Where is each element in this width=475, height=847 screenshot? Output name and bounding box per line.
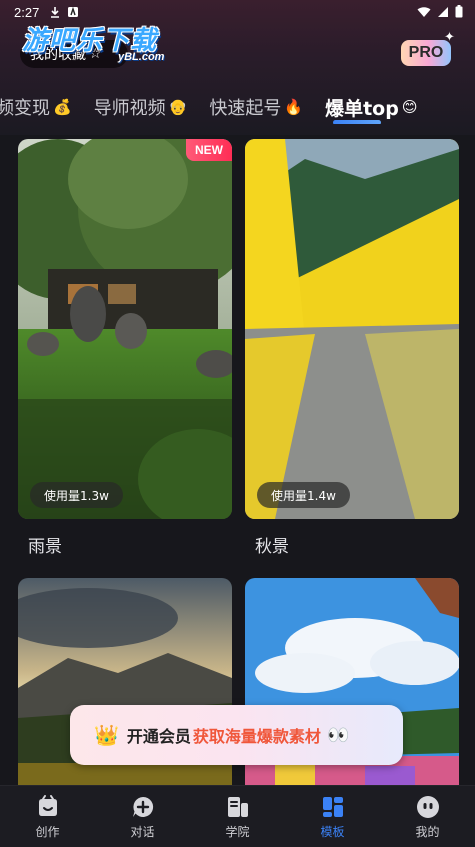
old-man-icon: 👴 (168, 98, 188, 116)
favorites-button[interactable]: 我的收藏 ☆ (20, 40, 128, 68)
money-bag-icon: 💰 (53, 98, 72, 116)
battery-icon (455, 5, 463, 18)
autumn-road-image (245, 139, 459, 519)
card-title: 雨景 (28, 537, 62, 557)
nav-create[interactable]: 创作 (0, 786, 95, 847)
template-card-rain[interactable]: NEW 使用量1.3w (18, 139, 232, 519)
template-icon (322, 797, 343, 817)
chat-icon (132, 796, 153, 817)
usage-count-badge: 使用量1.3w (30, 482, 123, 508)
card-title: 秋景 (255, 537, 289, 557)
profile-icon (416, 796, 439, 818)
app-notification-icon (68, 6, 79, 17)
tab-hot-top[interactable]: 爆单top 😊 (325, 94, 418, 124)
favorites-label: 我的收藏 (30, 47, 86, 63)
signal-icon (438, 6, 448, 17)
promo-highlight-text: 获取海量爆款素材 (192, 727, 321, 746)
nav-templates[interactable]: 模板 (285, 786, 380, 847)
star-icon: ☆ (89, 46, 102, 62)
download-icon (51, 7, 60, 18)
status-bar: 2:27 (0, 0, 475, 24)
new-badge: NEW (186, 139, 232, 161)
tab-mentor-video[interactable]: 导师视频 👴 (94, 94, 188, 120)
sparkle-icon: ✦ (444, 30, 455, 45)
nav-academy[interactable]: 学院 (190, 786, 285, 847)
nav-label: 我的 (415, 825, 440, 839)
promo-text: 开通会员 (126, 727, 191, 746)
smile-icon: 😊 (401, 98, 418, 116)
status-time: 2:27 (14, 4, 40, 20)
nav-label: 模板 (320, 825, 345, 839)
notification-icons (49, 6, 79, 18)
bottom-navigation: 创作 对话 学院 模板 我的 (0, 785, 475, 847)
system-icons (417, 5, 463, 18)
rain-garden-image (18, 139, 232, 519)
crown-icon: 👑 (94, 723, 119, 747)
nav-profile[interactable]: 我的 (380, 786, 475, 847)
create-icon (38, 795, 57, 816)
eyes-icon: 👀 (326, 724, 350, 746)
academy-icon (227, 797, 248, 817)
tab-label: 爆单top (325, 97, 399, 120)
tab-video-monetize[interactable]: 频变现 💰 (0, 94, 72, 120)
tab-label: 快速起号 (209, 98, 282, 119)
active-tab-indicator (333, 119, 382, 124)
nav-label: 创作 (35, 825, 60, 839)
vip-promo-banner[interactable]: 👑 开通会员 获取海量爆款素材 👀 (70, 705, 403, 765)
tab-quick-start[interactable]: 快速起号 🔥 (209, 94, 303, 120)
fire-icon: 🔥 (284, 98, 304, 116)
nav-chat[interactable]: 对话 (95, 786, 190, 847)
tab-label: 导师视频 (93, 98, 166, 119)
tab-label: 频变现 (0, 98, 50, 119)
category-tabs: 频变现 💰 导师视频 👴 快速起号 🔥 爆单top 😊 (0, 90, 475, 124)
wifi-icon (417, 6, 431, 17)
nav-label: 对话 (130, 825, 155, 839)
nav-label: 学院 (225, 825, 250, 839)
usage-count-badge: 使用量1.4w (257, 482, 350, 508)
template-card-autumn[interactable]: 使用量1.4w (245, 139, 459, 519)
